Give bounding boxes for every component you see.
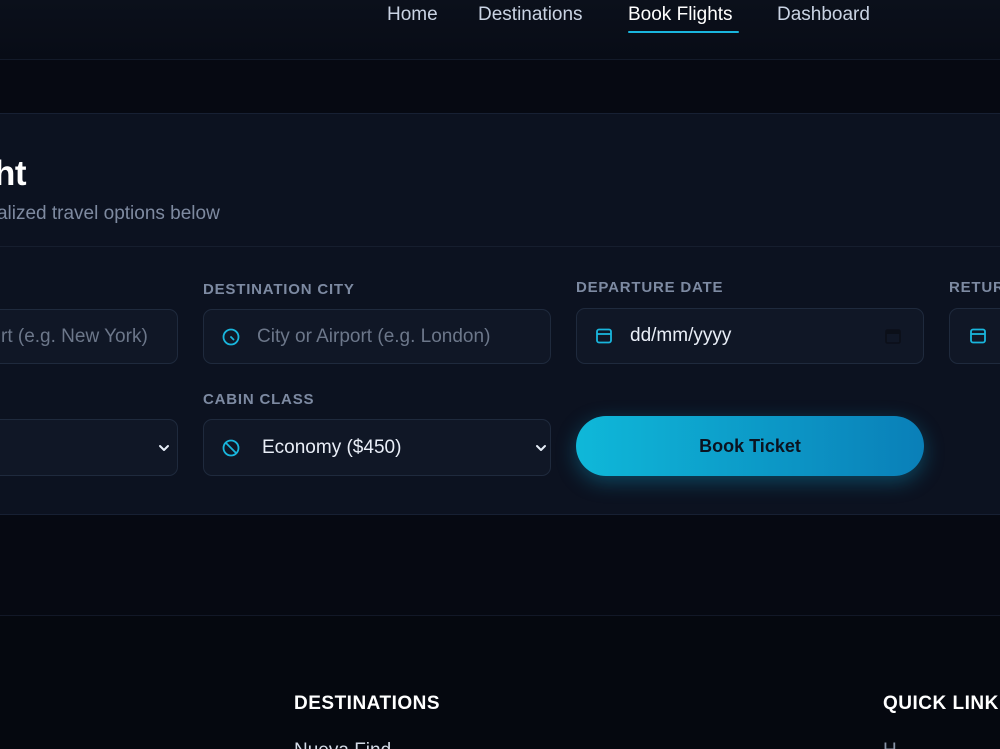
destination-label: DESTINATION CITY — [203, 281, 355, 298]
departure-date-value: dd/mm/yyyy — [630, 325, 732, 346]
destination-placeholder: City or Airport (e.g. London) — [257, 325, 491, 347]
card-divider — [0, 246, 1000, 247]
return-label: RETUR — [949, 279, 1000, 296]
footer: DESTINATIONS Nueva Find QUICK LINK H — [0, 616, 1000, 749]
ban-icon — [222, 439, 240, 457]
footer-quick-links-heading: QUICK LINK — [883, 693, 999, 714]
book-ticket-button[interactable]: Book Ticket — [576, 416, 924, 476]
chevron-down-icon — [155, 439, 173, 457]
calendar-icon — [595, 327, 613, 345]
globe-icon — [222, 328, 240, 346]
origin-input[interactable]: rt (e.g. New York) — [0, 309, 178, 364]
departure-label: DEPARTURE DATE — [576, 279, 724, 296]
cabin-class-value: Economy ($450) — [262, 436, 402, 458]
cabin-class-label: CABIN CLASS — [203, 391, 315, 408]
departure-date-input[interactable]: dd/mm/yyyy — [576, 308, 924, 364]
calendar-icon — [969, 327, 987, 345]
nav-link-dashboard[interactable]: Dashboard — [777, 4, 870, 28]
origin-placeholder: rt (e.g. New York) — [1, 325, 148, 347]
nav-link-destinations[interactable]: Destinations — [478, 4, 583, 28]
passengers-select[interactable] — [0, 419, 178, 476]
date-picker-icon[interactable] — [885, 328, 901, 349]
return-date-input[interactable] — [949, 308, 1000, 364]
top-nav: Home Destinations Book Flights Dashboard — [0, 0, 1000, 60]
booking-title: ht — [0, 154, 27, 193]
footer-quick-link[interactable]: H — [883, 740, 897, 749]
active-tab-indicator — [628, 31, 739, 33]
nav-link-home[interactable]: Home — [387, 4, 438, 28]
destination-input[interactable]: City or Airport (e.g. London) — [203, 309, 551, 364]
nav-link-book-flights[interactable]: Book Flights — [628, 4, 733, 28]
booking-subtitle: rsonalized travel options below — [0, 203, 220, 224]
chevron-down-icon — [532, 439, 550, 457]
cabin-class-select[interactable]: Economy ($450) — [203, 419, 551, 476]
footer-destinations-heading: DESTINATIONS — [294, 693, 441, 714]
footer-destination-link[interactable]: Nueva Find — [294, 740, 391, 749]
page: Home Destinations Book Flights Dashboard… — [0, 0, 1000, 749]
